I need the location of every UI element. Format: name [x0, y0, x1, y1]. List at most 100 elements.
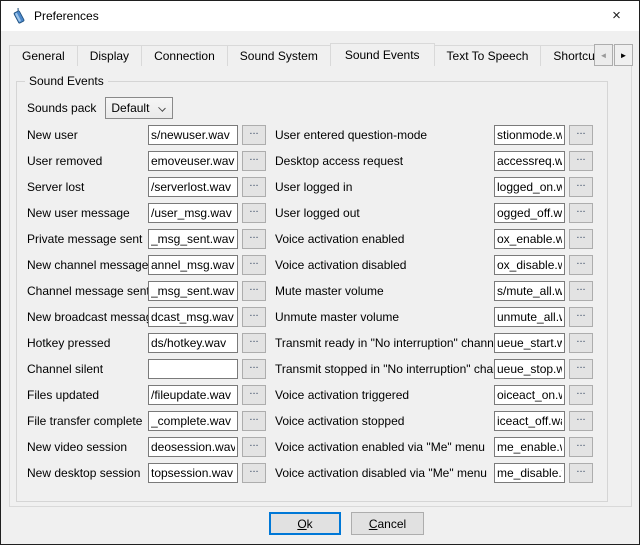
browse-button[interactable]: ... [569, 151, 593, 171]
browse-button[interactable]: ... [569, 203, 593, 223]
event-sound-file-input[interactable] [148, 385, 238, 405]
event-row: User entered question-mode... [275, 122, 593, 148]
browse-button[interactable]: ... [569, 333, 593, 353]
event-label: Mute master volume [275, 284, 494, 298]
sound-events-groupbox: Sound Events Sounds pack Default New use… [16, 81, 608, 502]
event-sound-file-input[interactable] [494, 151, 565, 171]
sounds-pack-select[interactable]: Default [105, 97, 173, 119]
event-row: Voice activation disabled... [275, 252, 593, 278]
tab-sound-system[interactable]: Sound System [227, 45, 331, 66]
event-label: New video session [27, 440, 148, 454]
browse-button[interactable]: ... [242, 437, 266, 457]
event-sound-file-input[interactable] [494, 125, 565, 145]
browse-button[interactable]: ... [242, 255, 266, 275]
event-label: User logged in [275, 180, 494, 194]
browse-button[interactable]: ... [242, 463, 266, 483]
event-sound-file-input[interactable] [494, 385, 565, 405]
sound-events-tab-page: Sound Events Sounds pack Default New use… [9, 65, 632, 507]
event-sound-file-input[interactable] [148, 463, 238, 483]
arrow-left-icon: ◄ [600, 51, 608, 60]
browse-button[interactable]: ... [242, 229, 266, 249]
event-label: Channel message sent [27, 284, 148, 298]
event-label: Private message sent [27, 232, 148, 246]
browse-button[interactable]: ... [569, 229, 593, 249]
event-sound-file-input[interactable] [494, 359, 565, 379]
browse-button[interactable]: ... [242, 125, 266, 145]
event-sound-file-input[interactable] [494, 437, 565, 457]
event-sound-file-input[interactable] [148, 307, 238, 327]
event-sound-file-input[interactable] [494, 411, 565, 431]
event-sound-file-input[interactable] [148, 177, 238, 197]
event-label: New user message [27, 206, 148, 220]
browse-button[interactable]: ... [569, 359, 593, 379]
browse-button[interactable]: ... [569, 281, 593, 301]
sounds-pack-label: Sounds pack [27, 101, 96, 115]
close-button[interactable]: × [594, 1, 639, 30]
browse-button[interactable]: ... [242, 281, 266, 301]
browse-button[interactable]: ... [242, 151, 266, 171]
event-label: New broadcast message [27, 310, 148, 324]
event-sound-file-input[interactable] [494, 177, 565, 197]
browse-button[interactable]: ... [242, 359, 266, 379]
events-column-right: User entered question-mode... Desktop acc… [275, 122, 593, 486]
event-label: Server lost [27, 180, 148, 194]
event-row: Files updated... [27, 382, 266, 408]
event-sound-file-input[interactable] [148, 437, 238, 457]
browse-button[interactable]: ... [569, 307, 593, 327]
ok-button[interactable]: Ok [269, 512, 341, 535]
event-row: Voice activation enabled via "Me" menu..… [275, 434, 593, 460]
tab-scroll-left-button[interactable]: ◄ [594, 44, 613, 66]
tab-scroll-right-button[interactable]: ► [614, 44, 633, 66]
event-sound-file-input[interactable] [494, 463, 565, 483]
event-sound-file-input[interactable] [494, 255, 565, 275]
event-sound-file-input[interactable] [148, 151, 238, 171]
browse-button[interactable]: ... [569, 125, 593, 145]
tab-sound-events[interactable]: Sound Events [330, 43, 435, 66]
tab-general[interactable]: General [9, 45, 78, 66]
cancel-button[interactable]: Cancel [351, 512, 424, 535]
tab-text-to-speech[interactable]: Text To Speech [434, 45, 542, 66]
app-icon [10, 8, 27, 25]
arrow-right-icon: ► [620, 51, 628, 60]
event-sound-file-input[interactable] [148, 411, 238, 431]
tab-display[interactable]: Display [77, 45, 142, 66]
event-sound-file-input[interactable] [148, 333, 238, 353]
event-label: Voice activation stopped [275, 414, 494, 428]
tab-connection[interactable]: Connection [141, 45, 228, 66]
browse-button[interactable]: ... [242, 177, 266, 197]
event-sound-file-input[interactable] [148, 281, 238, 301]
browse-button[interactable]: ... [242, 385, 266, 405]
event-label: Hotkey pressed [27, 336, 148, 350]
event-sound-file-input[interactable] [148, 255, 238, 275]
browse-button[interactable]: ... [569, 437, 593, 457]
browse-button[interactable]: ... [569, 411, 593, 431]
browse-button[interactable]: ... [569, 255, 593, 275]
event-sound-file-input[interactable] [148, 203, 238, 223]
event-sound-file-input[interactable] [148, 229, 238, 249]
event-label: Channel silent [27, 362, 148, 376]
sounds-pack-value: Default [111, 101, 149, 115]
event-row: Transmit ready in "No interruption" chan… [275, 330, 593, 356]
event-label: Desktop access request [275, 154, 494, 168]
event-row: User logged in... [275, 174, 593, 200]
window-title: Preferences [34, 9, 99, 23]
event-label: Voice activation enabled [275, 232, 494, 246]
chevron-down-icon [159, 104, 167, 112]
event-label: New desktop session [27, 466, 148, 480]
browse-button[interactable]: ... [569, 385, 593, 405]
event-sound-file-input[interactable] [494, 333, 565, 353]
event-sound-file-input[interactable] [148, 125, 238, 145]
event-sound-file-input[interactable] [148, 359, 238, 379]
browse-button[interactable]: ... [569, 463, 593, 483]
event-sound-file-input[interactable] [494, 281, 565, 301]
browse-button[interactable]: ... [569, 177, 593, 197]
browse-button[interactable]: ... [242, 307, 266, 327]
event-sound-file-input[interactable] [494, 307, 565, 327]
browse-button[interactable]: ... [242, 333, 266, 353]
event-sound-file-input[interactable] [494, 229, 565, 249]
event-row: New video session... [27, 434, 266, 460]
browse-button[interactable]: ... [242, 203, 266, 223]
event-row: New broadcast message... [27, 304, 266, 330]
browse-button[interactable]: ... [242, 411, 266, 431]
event-sound-file-input[interactable] [494, 203, 565, 223]
